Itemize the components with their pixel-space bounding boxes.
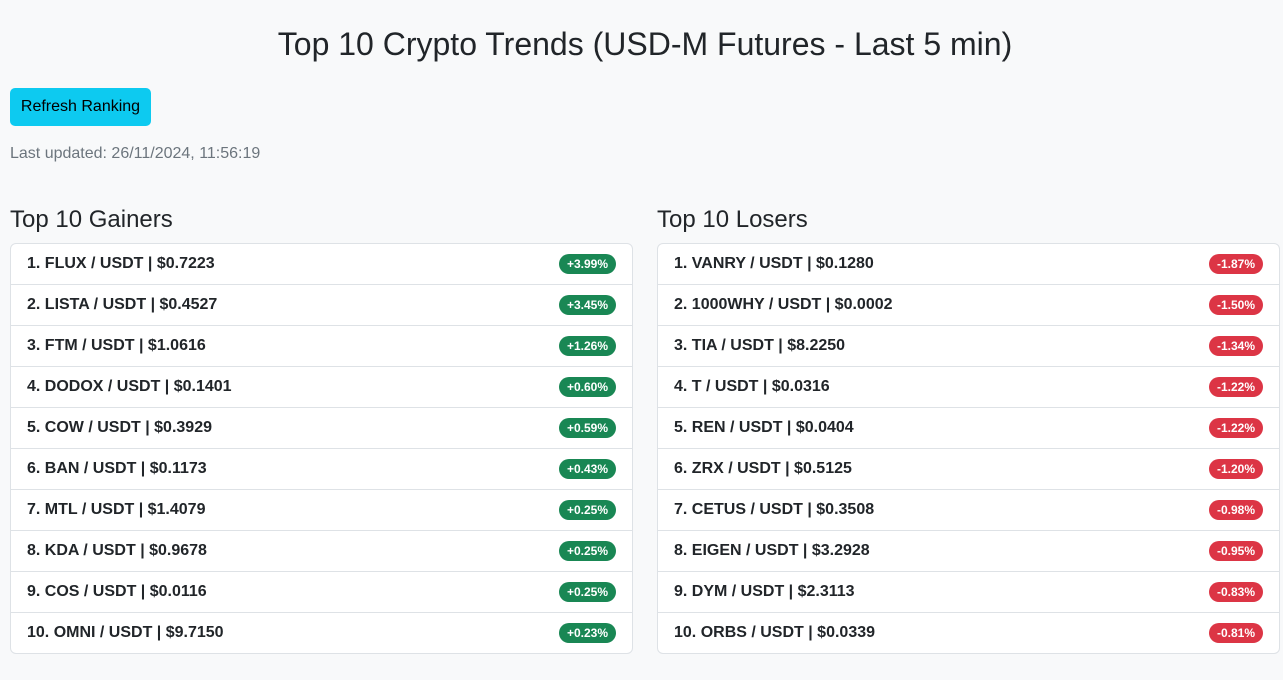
gainer-row: 10. OMNI / USDT | $9.7150 +0.23% <box>11 613 632 653</box>
gain-badge: +0.23% <box>558 623 616 643</box>
losers-panel: Top 10 Losers 1. VANRY / USDT | $0.1280 -… <box>657 204 1280 654</box>
loser-row: 7. CETUS / USDT | $0.3508 -0.98% <box>658 490 1279 531</box>
gainer-label: 10. OMNI / USDT | $9.7150 <box>27 624 224 641</box>
loser-row: 1. VANRY / USDT | $0.1280 -1.87% <box>658 244 1279 285</box>
loser-label: 3. TIA / USDT | $8.2250 <box>674 337 846 354</box>
loss-badge: -1.20% <box>1208 459 1263 479</box>
loss-badge: -1.50% <box>1208 295 1263 315</box>
gainer-label: 6. BAN / USDT | $0.1173 <box>27 460 207 477</box>
loser-row: 6. ZRX / USDT | $0.5125 -1.20% <box>658 449 1279 490</box>
gainers-list: 1. FLUX / USDT | $0.7223 +3.99% 2. LISTA … <box>10 243 633 654</box>
last-updated-text: Last updated: 26/11/2024, 11:56:19 <box>10 145 261 162</box>
gainer-row: 2. LISTA / USDT | $0.4527 +3.45% <box>11 285 632 326</box>
gain-badge: +0.25% <box>558 582 616 602</box>
loser-label: 4. T / USDT | $0.0316 <box>674 378 830 395</box>
loser-label: 1. VANRY / USDT | $0.1280 <box>674 255 874 272</box>
gainer-row: 4. DODOX / USDT | $0.1401 +0.60% <box>11 367 632 408</box>
loser-label: 2. 1000WHY / USDT | $0.0002 <box>674 296 893 313</box>
losers-title: Top 10 Losers <box>657 206 808 233</box>
gain-badge: +0.60% <box>558 377 616 397</box>
loss-badge: -1.87% <box>1208 254 1263 274</box>
gainer-label: 2. LISTA / USDT | $0.4527 <box>27 296 218 313</box>
gainer-row: 6. BAN / USDT | $0.1173 +0.43% <box>11 449 632 490</box>
loser-row: 10. ORBS / USDT | $0.0339 -0.81% <box>658 613 1279 653</box>
gainer-label: 5. COW / USDT | $0.3929 <box>27 419 212 436</box>
loss-badge: -0.83% <box>1208 582 1263 602</box>
gain-badge: +3.99% <box>558 254 616 274</box>
gainer-label: 4. DODOX / USDT | $0.1401 <box>27 378 232 395</box>
loss-badge: -1.22% <box>1208 377 1263 397</box>
gainers-title: Top 10 Gainers <box>10 206 173 233</box>
gainer-row: 5. COW / USDT | $0.3929 +0.59% <box>11 408 632 449</box>
gainer-label: 8. KDA / USDT | $0.9678 <box>27 542 207 559</box>
loser-row: 5. REN / USDT | $0.0404 -1.22% <box>658 408 1279 449</box>
loss-badge: -0.81% <box>1208 623 1263 643</box>
loser-label: 8. EIGEN / USDT | $3.2928 <box>674 542 870 559</box>
gainer-label: 1. FLUX / USDT | $0.7223 <box>27 255 215 272</box>
page-title: Top 10 Crypto Trends (USD-M Futures - La… <box>277 26 1013 62</box>
refresh-ranking-button[interactable]: Refresh Ranking <box>10 88 151 126</box>
loser-row: 8. EIGEN / USDT | $3.2928 -0.95% <box>658 531 1279 572</box>
gain-badge: +0.25% <box>558 500 616 520</box>
gain-badge: +0.25% <box>558 541 616 561</box>
gainer-row: 8. KDA / USDT | $0.9678 +0.25% <box>11 531 632 572</box>
loser-row: 9. DYM / USDT | $2.3113 -0.83% <box>658 572 1279 613</box>
loser-label: 10. ORBS / USDT | $0.0339 <box>674 624 876 641</box>
gainer-label: 7. MTL / USDT | $1.4079 <box>27 501 206 518</box>
loser-row: 3. TIA / USDT | $8.2250 -1.34% <box>658 326 1279 367</box>
loss-badge: -1.22% <box>1208 418 1263 438</box>
loser-label: 9. DYM / USDT | $2.3113 <box>674 583 855 600</box>
gainer-row: 9. COS / USDT | $0.0116 +0.25% <box>11 572 632 613</box>
gainer-label: 3. FTM / USDT | $1.0616 <box>27 337 206 354</box>
loser-row: 2. 1000WHY / USDT | $0.0002 -1.50% <box>658 285 1279 326</box>
loser-label: 5. REN / USDT | $0.0404 <box>674 419 854 436</box>
gain-badge: +0.59% <box>558 418 616 438</box>
gain-badge: +1.26% <box>558 336 616 356</box>
loser-label: 7. CETUS / USDT | $0.3508 <box>674 501 875 518</box>
loss-badge: -0.98% <box>1208 500 1263 520</box>
gainer-row: 7. MTL / USDT | $1.4079 +0.25% <box>11 490 632 531</box>
gain-badge: +3.45% <box>558 295 616 315</box>
gainer-row: 1. FLUX / USDT | $0.7223 +3.99% <box>11 244 632 285</box>
gain-badge: +0.43% <box>558 459 616 479</box>
loss-badge: -1.34% <box>1208 336 1263 356</box>
gainers-panel: Top 10 Gainers 1. FLUX / USDT | $0.7223 +… <box>10 204 633 654</box>
loser-label: 6. ZRX / USDT | $0.5125 <box>674 460 852 477</box>
losers-list: 1. VANRY / USDT | $0.1280 -1.87% 2. 1000W… <box>657 243 1280 654</box>
loss-badge: -0.95% <box>1208 541 1263 561</box>
loser-row: 4. T / USDT | $0.0316 -1.22% <box>658 367 1279 408</box>
gainer-row: 3. FTM / USDT | $1.0616 +1.26% <box>11 326 632 367</box>
gainer-label: 9. COS / USDT | $0.0116 <box>27 583 207 600</box>
